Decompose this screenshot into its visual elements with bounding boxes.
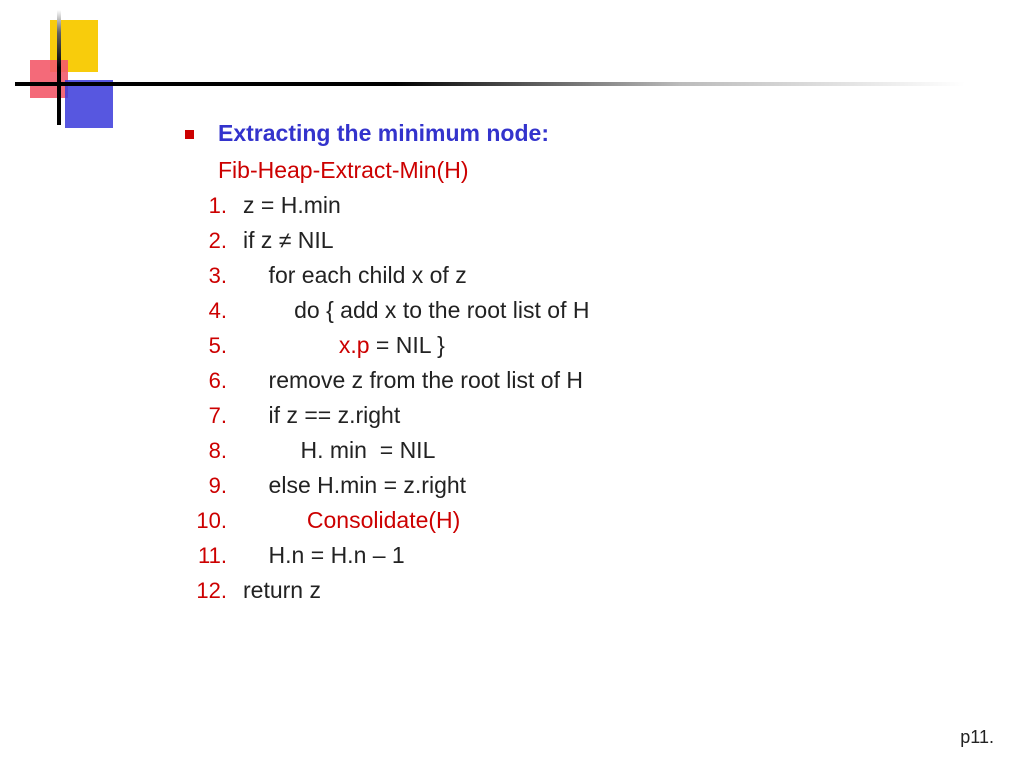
horizontal-divider (15, 82, 965, 86)
heading-row: Extracting the minimum node: (185, 120, 885, 147)
code-line-7: 7. if z == z.right (185, 402, 885, 429)
slide-logo (30, 20, 130, 130)
code-text: H.n = H.n – 1 (243, 542, 405, 569)
logo-blue-square (65, 80, 113, 128)
bullet-square-icon (185, 130, 194, 139)
code-text: for each child x of z (243, 262, 467, 289)
code-text: return z (243, 577, 321, 604)
lineno: 5. (185, 333, 243, 359)
lineno: 2. (185, 228, 243, 254)
code-line-2: 2. if z ≠ NIL (185, 227, 885, 254)
xp-keyword: x.p (339, 332, 370, 358)
code-text: if z ≠ NIL (243, 227, 334, 254)
lineno: 6. (185, 368, 243, 394)
code-text: Consolidate(H) (243, 507, 460, 534)
heading-text: Extracting the minimum node: (218, 120, 549, 147)
neq-symbol: ≠ (279, 227, 292, 253)
lineno: 4. (185, 298, 243, 324)
subheading: Fib-Heap-Extract-Min(H) (218, 157, 885, 184)
seg (243, 332, 339, 358)
vertical-divider (57, 10, 61, 125)
code-text: x.p = NIL } (243, 332, 445, 359)
lineno: 9. (185, 473, 243, 499)
code-text: H. min = NIL (243, 437, 435, 464)
seg: NIL (291, 227, 333, 253)
code-line-3: 3. for each child x of z (185, 262, 885, 289)
code-line-5: 5. x.p = NIL } (185, 332, 885, 359)
lineno: 7. (185, 403, 243, 429)
lineno: 1. (185, 193, 243, 219)
slide-content: Extracting the minimum node: Fib-Heap-Ex… (185, 120, 885, 612)
code-line-10: 10. Consolidate(H) (185, 507, 885, 534)
code-line-8: 8. H. min = NIL (185, 437, 885, 464)
code-line-1: 1. z = H.min (185, 192, 885, 219)
lineno: 8. (185, 438, 243, 464)
code-text: remove z from the root list of H (243, 367, 583, 394)
consolidate-keyword: Consolidate(H) (307, 507, 460, 533)
lineno: 11. (185, 543, 243, 569)
logo-red-square (30, 60, 68, 98)
code-line-11: 11. H.n = H.n – 1 (185, 542, 885, 569)
code-text: else H.min = z.right (243, 472, 466, 499)
seg: = NIL } (370, 332, 445, 358)
seg (243, 507, 307, 533)
page-number: p11. (960, 727, 994, 748)
code-text: z = H.min (243, 192, 341, 219)
code-line-12: 12. return z (185, 577, 885, 604)
seg: if z (243, 227, 279, 253)
lineno: 12. (185, 578, 243, 604)
lineno: 10. (185, 508, 243, 534)
lineno: 3. (185, 263, 243, 289)
code-line-6: 6. remove z from the root list of H (185, 367, 885, 394)
code-line-9: 9. else H.min = z.right (185, 472, 885, 499)
code-line-4: 4. do { add x to the root list of H (185, 297, 885, 324)
code-text: do { add x to the root list of H (243, 297, 589, 324)
code-text: if z == z.right (243, 402, 400, 429)
